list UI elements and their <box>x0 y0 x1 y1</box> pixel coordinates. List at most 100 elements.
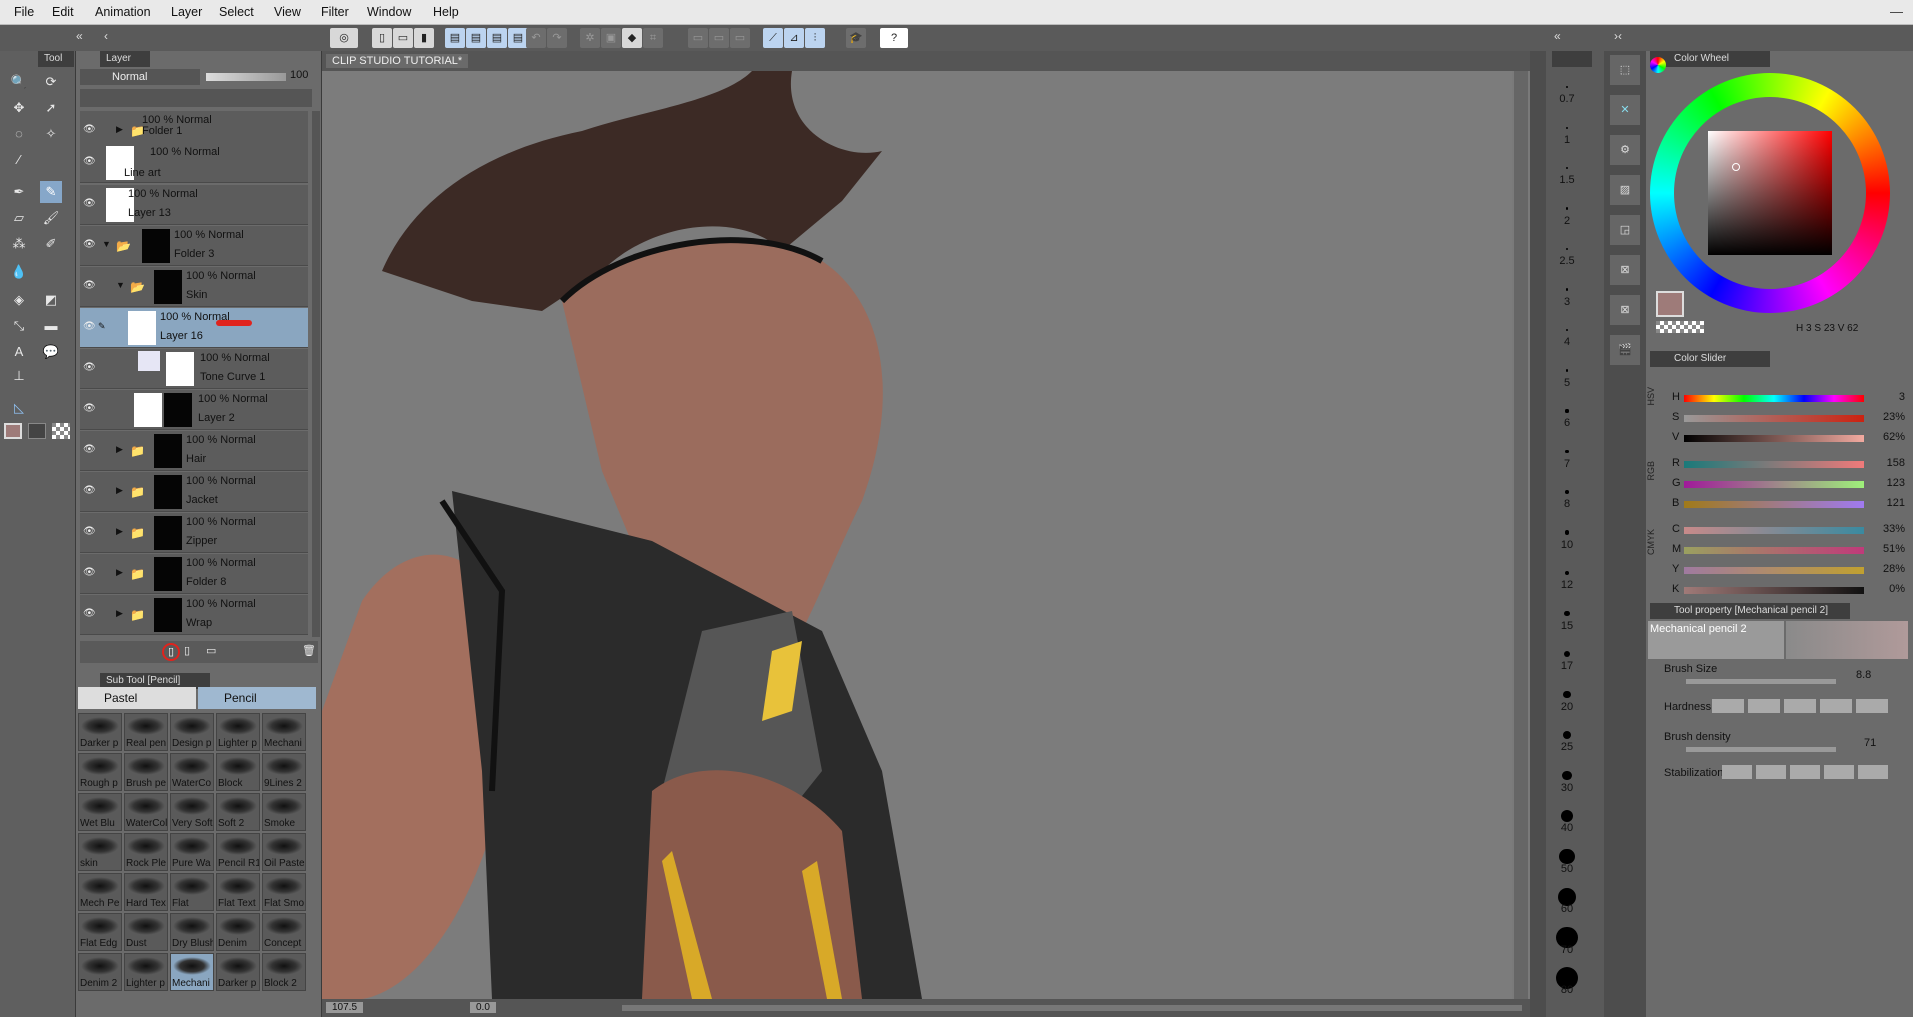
brush-preset[interactable]: Denim <box>216 913 260 951</box>
selection-tool-3[interactable]: ▭ <box>730 28 750 48</box>
canvas-area[interactable]: CLIP STUDIO TUTORIAL* 107.5 0.0 <box>322 51 1530 1017</box>
text-tool-icon[interactable]: A <box>8 341 30 363</box>
slider-value-c[interactable]: 33% <box>1883 523 1905 535</box>
eye-icon[interactable]: 👁 <box>83 239 96 251</box>
eye-icon[interactable]: 👁 <box>83 526 96 538</box>
selection-tool-2[interactable]: ▭ <box>709 28 729 48</box>
brush-size-label[interactable]: 30 <box>1546 782 1588 794</box>
image-material-icon[interactable]: ▨ <box>1610 175 1640 205</box>
color-wheel-tab[interactable]: Color Wheel <box>1650 51 1770 67</box>
eye-icon[interactable]: 👁 <box>83 362 96 374</box>
brush-size-label[interactable]: 17 <box>1546 660 1588 672</box>
menu-view[interactable]: View <box>274 5 301 19</box>
brush-preset[interactable]: Hard Tex <box>124 873 168 911</box>
magic-wand-icon[interactable]: ✧ <box>40 123 62 145</box>
help-icon[interactable]: ? <box>880 28 908 48</box>
menu-layer[interactable]: Layer <box>171 5 202 19</box>
brush-preset[interactable]: WaterCol <box>124 793 168 831</box>
new-raster-layer-icon[interactable]: ▯ <box>162 643 180 661</box>
zoom-tool-icon[interactable]: 🔍 <box>8 71 30 93</box>
history-icon[interactable]: ⊠ <box>1610 295 1640 325</box>
eye-icon[interactable]: 👁 <box>83 156 96 168</box>
document-tab[interactable]: CLIP STUDIO TUTORIAL* <box>326 54 469 68</box>
cmyk-side-tab[interactable]: CMYK <box>1646 529 1656 555</box>
angle-value[interactable]: 0.0 <box>470 1002 496 1013</box>
brush-preset[interactable]: Flat Text <box>216 873 260 911</box>
redo-icon[interactable]: ↷ <box>547 28 567 48</box>
slider-value-s[interactable]: 23% <box>1883 411 1905 423</box>
brush-size-label[interactable]: 1 <box>1546 134 1588 146</box>
brush-size-dot[interactable] <box>1565 449 1569 454</box>
eye-icon[interactable]: 👁 <box>83 124 96 136</box>
brush-size-dot[interactable] <box>1565 207 1569 210</box>
brush-preset[interactable]: skin <box>78 833 122 871</box>
brush-preset[interactable]: Dust <box>124 913 168 951</box>
fill-tool-icon[interactable]: ◈ <box>8 289 30 311</box>
menu-file[interactable]: File <box>14 5 34 19</box>
brush-preset[interactable]: Smoke <box>262 793 306 831</box>
clear-outside-icon[interactable]: ▣ <box>601 28 621 48</box>
airbrush-icon[interactable]: ⁂ <box>8 233 30 255</box>
frame-border-icon[interactable]: ▬ <box>40 315 62 337</box>
brush-size-label[interactable]: 1.5 <box>1546 174 1588 186</box>
gradient-icon[interactable]: ◩ <box>40 289 62 311</box>
delete-layer-icon[interactable]: 🗑 <box>302 644 316 657</box>
collapse-icon[interactable]: ▼ <box>102 239 111 249</box>
layer-row[interactable]: 👁 ▶ 📁 100 % Normal Zipper <box>80 513 308 553</box>
export-icon-4[interactable]: ▤ <box>508 28 528 48</box>
v-slider[interactable] <box>1684 435 1864 442</box>
layer-row[interactable]: 👁 ▶ 📁 100 % Normal Wrap <box>80 595 308 635</box>
collapse-icon[interactable]: ▼ <box>116 280 125 290</box>
slider-value-m[interactable]: 51% <box>1883 543 1905 555</box>
hardness-selector[interactable] <box>1712 699 1892 713</box>
export-icon-2[interactable]: ▤ <box>466 28 486 48</box>
brush-preset[interactable]: 9Lines 2 <box>262 753 306 791</box>
eyedropper-icon[interactable]: ⁄ <box>8 149 30 171</box>
brush-size-dot[interactable] <box>1565 369 1569 372</box>
lasso-tool-icon[interactable]: ◌ <box>8 123 30 145</box>
expand-icon[interactable]: ▶ <box>116 608 123 619</box>
g-slider[interactable] <box>1684 481 1864 488</box>
minimize-icon[interactable]: — <box>1890 4 1903 19</box>
eye-icon[interactable]: 👁 <box>83 608 96 620</box>
brush-size-label[interactable]: 0.7 <box>1546 93 1588 105</box>
brush-size-dot[interactable] <box>1565 490 1569 494</box>
r-slider[interactable] <box>1684 461 1864 468</box>
search-layer-icon[interactable]: ⊠ <box>1610 255 1640 285</box>
brush-size-dot[interactable] <box>1566 167 1568 169</box>
new-vector-layer-icon[interactable]: ▯ <box>184 644 190 657</box>
navigator-icon[interactable]: ⬚ <box>1610 55 1640 85</box>
brush-size-dot[interactable] <box>1563 650 1571 658</box>
eye-icon[interactable]: 👁 <box>83 403 96 415</box>
special-ruler-snap-icon[interactable]: ⊿ <box>784 28 804 48</box>
layer-row[interactable]: 👁 ▼ 📂 100 % Normal Skin <box>80 267 308 307</box>
clip-studio-icon[interactable]: ◎ <box>330 28 358 48</box>
brush-preset[interactable]: Denim 2 <box>78 953 122 991</box>
brush-preset[interactable]: Rock Ple <box>124 833 168 871</box>
sub-color-swatch[interactable] <box>28 423 46 439</box>
layer-row[interactable]: 👁 ▶ 📁 100 % Normal Hair <box>80 431 308 471</box>
brush-size-label[interactable]: 25 <box>1546 741 1588 753</box>
brush-size-label[interactable]: 50 <box>1546 863 1588 875</box>
brush-size-label[interactable]: 40 <box>1546 822 1588 834</box>
eye-icon[interactable]: 👁 <box>83 280 96 292</box>
brush-size-label[interactable]: 20 <box>1546 701 1588 713</box>
b-slider[interactable] <box>1684 501 1864 508</box>
eraser-icon[interactable]: ▱ <box>8 207 30 229</box>
grid-snap-icon[interactable]: ⫶ <box>805 28 825 48</box>
layer-property-icon[interactable]: ◲ <box>1610 215 1640 245</box>
brush-preset[interactable]: Flat <box>170 873 214 911</box>
eye-icon[interactable]: 👁 <box>83 567 96 579</box>
brush-size-label[interactable]: 6 <box>1546 417 1588 429</box>
brush-size-value[interactable]: 8.8 <box>1856 669 1871 681</box>
brush-size-label[interactable]: 70 <box>1546 944 1588 956</box>
brush-preset[interactable]: Block 2 <box>262 953 306 991</box>
hsv-side-tab[interactable]: HSV <box>1646 387 1656 406</box>
brush-size-label[interactable]: 7 <box>1546 458 1588 470</box>
eye-icon[interactable]: 👁 <box>83 198 96 210</box>
expand-icon[interactable]: ▶ <box>116 567 123 578</box>
color-slider-tab[interactable]: Color Slider <box>1650 351 1770 367</box>
open-file-icon[interactable]: ▭ <box>393 28 413 48</box>
menu-filter[interactable]: Filter <box>321 5 349 19</box>
slider-value-k[interactable]: 0% <box>1889 583 1905 595</box>
